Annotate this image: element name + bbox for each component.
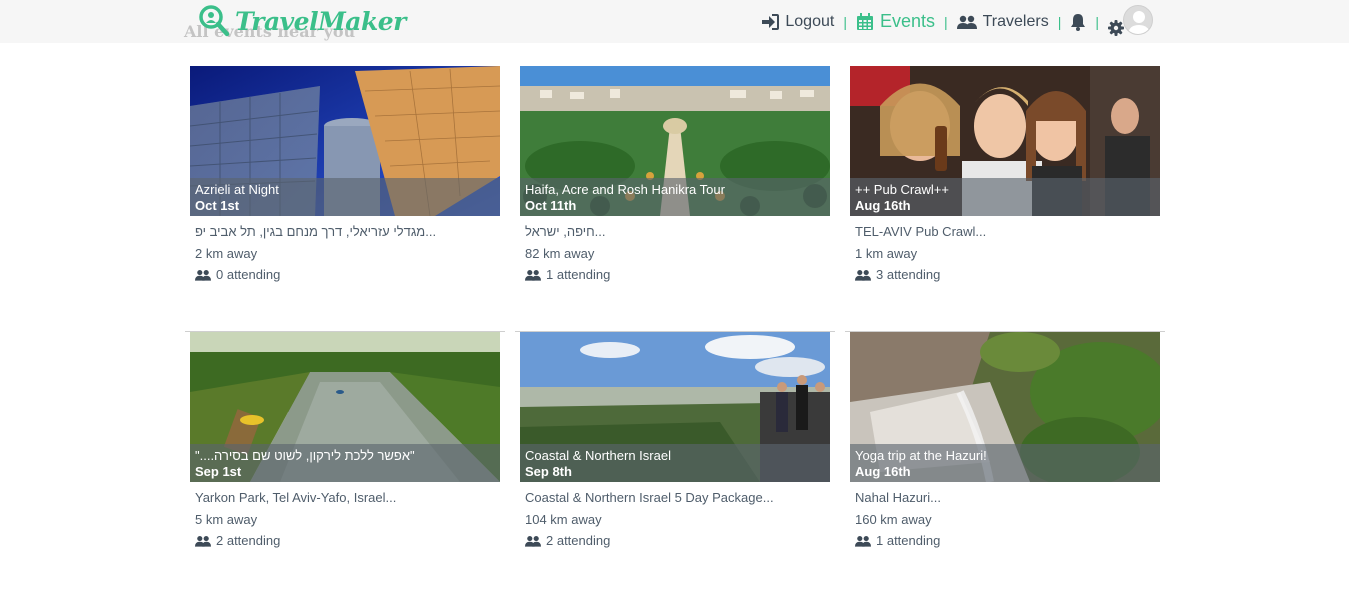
event-attending: 0 attending xyxy=(195,266,495,284)
attending-count: 1 attending xyxy=(546,267,611,282)
event-card[interactable]: Haifa, Acre and Rosh Hanikra Tour Oct 11… xyxy=(515,66,835,332)
event-attending: 1 attending xyxy=(525,266,825,284)
magnifier-logo-icon xyxy=(199,5,230,37)
users-icon xyxy=(855,536,871,547)
event-title: Coastal & Northern Israel xyxy=(525,448,671,463)
event-card[interactable]: Yoga trip at the Hazuri! Aug 16th Nahal … xyxy=(845,332,1165,597)
event-overlay: "אפשר ללכת לירקון, לשוט שם בסירה...." Se… xyxy=(190,444,500,482)
event-image: Haifa, Acre and Rosh Hanikra Tour Oct 11… xyxy=(520,66,830,216)
event-title: Yoga trip at the Hazuri! xyxy=(855,448,987,463)
users-icon xyxy=(956,15,977,29)
event-meta: חיפה, ישראל... 82 km away 1 attending xyxy=(525,223,825,284)
event-image: Azrieli at Night Oct 1st xyxy=(190,66,500,216)
logout-link[interactable]: Logout xyxy=(761,13,834,31)
event-attending: 1 attending xyxy=(855,532,1155,550)
event-overlay: Azrieli at Night Oct 1st xyxy=(190,178,500,216)
event-address: חיפה, ישראל... xyxy=(525,224,606,239)
event-date: Sep 8th xyxy=(525,464,572,479)
event-address: Yarkon Park, Tel Aviv-Yafo, Israel... xyxy=(195,490,397,505)
event-card[interactable]: Azrieli at Night Oct 1st מגדלי עזריאלי, … xyxy=(185,66,505,332)
event-attending: 2 attending xyxy=(195,532,495,550)
user-silhouette-icon xyxy=(1128,10,1150,34)
event-date: Oct 1st xyxy=(195,198,240,213)
nav-separator: | xyxy=(943,13,948,30)
brand-logo-link[interactable]: TravelMaker xyxy=(197,3,406,39)
event-date: Aug 16th xyxy=(855,198,911,213)
event-card[interactable]: "אפשר ללכת לירקון, לשוט שם בסירה...." Se… xyxy=(185,332,505,597)
gear-icon[interactable] xyxy=(1108,19,1124,36)
event-title: "אפשר ללכת לירקון, לשוט שם בסירה...." xyxy=(195,448,415,463)
logout-label: Logout xyxy=(785,12,835,30)
event-distance: 82 km away xyxy=(525,246,595,261)
event-meta: Nahal Hazuri... 160 km away 1 attending xyxy=(855,489,1155,550)
event-image: ++ Pub Crawl++ Aug 16th xyxy=(850,66,1160,216)
event-distance: 1 km away xyxy=(855,246,918,261)
attending-count: 2 attending xyxy=(546,533,611,548)
events-label: Events xyxy=(879,11,935,31)
event-card[interactable]: Coastal & Northern Israel Sep 8th Coasta… xyxy=(515,332,835,597)
event-title: Azrieli at Night xyxy=(195,182,279,197)
events-grid: Azrieli at Night Oct 1st מגדלי עזריאלי, … xyxy=(185,66,1165,597)
attending-count: 3 attending xyxy=(876,267,941,282)
event-attending: 3 attending xyxy=(855,266,1155,284)
event-image: "אפשר ללכת לירקון, לשוט שם בסירה...." Se… xyxy=(190,332,500,482)
event-date: Oct 11th xyxy=(525,198,577,213)
users-icon xyxy=(525,536,541,547)
event-overlay: ++ Pub Crawl++ Aug 16th xyxy=(850,178,1160,216)
nav-separator: | xyxy=(1095,13,1099,30)
users-icon xyxy=(855,270,871,281)
event-distance: 5 km away xyxy=(195,512,258,527)
event-distance: 2 km away xyxy=(195,246,258,261)
event-meta: Yarkon Park, Tel Aviv-Yafo, Israel... 5 … xyxy=(195,489,495,550)
event-overlay: Coastal & Northern Israel Sep 8th xyxy=(520,444,830,482)
event-title: Haifa, Acre and Rosh Hanikra Tour xyxy=(525,182,725,197)
users-icon xyxy=(195,536,211,547)
attending-count: 2 attending xyxy=(216,533,281,548)
brand-name: TravelMaker xyxy=(235,6,406,36)
event-meta: מגדלי עזריאלי, דרך מנחם בגין, תל אביב יפ… xyxy=(195,223,495,284)
users-icon xyxy=(525,270,541,281)
attending-count: 1 attending xyxy=(876,533,941,548)
nav-separator: | xyxy=(843,13,847,30)
event-image: Yoga trip at the Hazuri! Aug 16th xyxy=(850,332,1160,482)
event-attending: 2 attending xyxy=(525,532,825,550)
event-meta: Coastal & Northern Israel 5 Day Package.… xyxy=(525,489,825,550)
top-navbar: All events near you TravelMaker Logout | xyxy=(0,0,1349,43)
event-card[interactable]: ++ Pub Crawl++ Aug 16th TEL-AVIV Pub Cra… xyxy=(845,66,1165,332)
event-address: TEL-AVIV Pub Crawl... xyxy=(855,224,987,239)
event-meta: TEL-AVIV Pub Crawl... 1 km away 3 attend… xyxy=(855,223,1155,284)
attending-count: 0 attending xyxy=(216,267,281,282)
event-date: Sep 1st xyxy=(195,464,242,479)
travelers-link[interactable]: Travelers xyxy=(956,12,1049,31)
travelers-label: Travelers xyxy=(982,12,1049,30)
events-link[interactable]: Events xyxy=(856,11,935,32)
event-title: ++ Pub Crawl++ xyxy=(855,182,949,197)
event-address: מגדלי עזריאלי, דרך מנחם בגין, תל אביב יפ… xyxy=(195,224,437,239)
event-date: Aug 16th xyxy=(855,464,911,479)
nav-menu: Logout | Events | Travelers | | xyxy=(761,0,1153,43)
calendar-icon xyxy=(856,12,873,30)
bell-icon[interactable] xyxy=(1070,13,1086,31)
event-overlay: Yoga trip at the Hazuri! Aug 16th xyxy=(850,444,1160,482)
users-icon xyxy=(195,270,211,281)
event-distance: 160 km away xyxy=(855,512,932,527)
nav-separator: | xyxy=(1057,13,1062,30)
event-image: Coastal & Northern Israel Sep 8th xyxy=(520,332,830,482)
event-address: Nahal Hazuri... xyxy=(855,490,941,505)
event-overlay: Haifa, Acre and Rosh Hanikra Tour Oct 11… xyxy=(520,178,830,216)
user-avatar[interactable] xyxy=(1123,4,1153,35)
event-distance: 104 km away xyxy=(525,512,602,527)
sign-in-icon xyxy=(762,13,780,30)
event-address: Coastal & Northern Israel 5 Day Package.… xyxy=(525,490,774,505)
